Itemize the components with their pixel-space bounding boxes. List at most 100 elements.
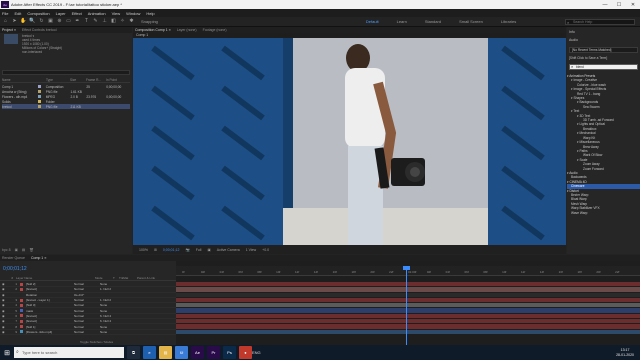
workspace-libraries[interactable]: Libraries <box>501 19 516 24</box>
tab-info[interactable]: Info <box>569 28 578 36</box>
taskbar-app-icon[interactable]: Ae <box>191 346 204 359</box>
project-item[interactable]: Flowers - alh.mp4 MPEG 2.0 B 23.976 0;00;00;… <box>2 94 130 99</box>
project-search-input[interactable] <box>2 70 130 75</box>
eraser-tool-icon[interactable]: ◧ <box>110 18 117 25</box>
pen-tool-icon[interactable]: ✒ <box>74 18 81 25</box>
views-dropdown[interactable]: 1 View <box>246 248 256 252</box>
layer-label-color[interactable] <box>20 314 23 318</box>
col-type[interactable]: Type <box>46 78 70 82</box>
layer-parent[interactable]: None <box>100 325 120 329</box>
system-clock[interactable]: 13:17 28-01-2020 <box>616 348 634 357</box>
tab-comp-1[interactable]: Comp 1 ≡ <box>31 256 46 260</box>
layer-duration-bar[interactable] <box>176 329 640 335</box>
layer-label-color[interactable] <box>20 303 23 307</box>
col-trkmat[interactable]: TrkMat <box>119 276 137 280</box>
home-icon[interactable]: ⌂ <box>2 18 9 25</box>
maximize-button[interactable]: ☐ <box>612 2 626 8</box>
layer-label-color[interactable] <box>20 298 23 302</box>
stamp-tool-icon[interactable]: ⊥ <box>101 18 108 25</box>
type-tool-icon[interactable]: T <box>83 18 90 25</box>
menu-effect[interactable]: Effect <box>72 11 82 16</box>
language-indicator[interactable]: ENG <box>252 350 261 355</box>
layer-mode[interactable]: Normal <box>74 325 100 329</box>
workspace-default[interactable]: Default <box>366 19 379 24</box>
camera-dropdown[interactable]: Active Camera <box>217 248 240 252</box>
hand-tool-icon[interactable]: ✋ <box>20 18 27 25</box>
menu-layer[interactable]: Layer <box>56 11 66 16</box>
layer-mode[interactable]: Normal <box>74 309 100 313</box>
minimize-button[interactable]: — <box>598 2 612 8</box>
layer-mode[interactable]: Normal <box>74 303 100 307</box>
layer-label-color[interactable] <box>20 319 23 323</box>
col-frame-rate[interactable]: Frame R... <box>86 78 106 82</box>
layer-mode[interactable]: Normal <box>74 330 100 334</box>
selection-tool-icon[interactable]: ➤ <box>11 18 18 25</box>
pan-behind-tool-icon[interactable]: ⊕ <box>56 18 63 25</box>
layer-parent[interactable]: None <box>100 309 120 313</box>
recent-terms-dropdown[interactable]: [No Recent Terms Matched] <box>569 47 638 53</box>
menu-file[interactable]: File <box>2 11 8 16</box>
brush-tool-icon[interactable]: ✎ <box>92 18 99 25</box>
layer-mode[interactable]: 0x+0.0° <box>74 293 100 297</box>
close-button[interactable]: ✕ <box>626 2 640 8</box>
search-help-input[interactable]: ⌕ Search Help <box>565 19 635 25</box>
windows-start-icon[interactable]: ⊞ <box>0 345 14 360</box>
taskbar-app-icon[interactable]: Ps <box>223 346 236 359</box>
taskbar-app-icon[interactable]: Pr <box>207 346 220 359</box>
menu-composition[interactable]: Composition <box>27 11 49 16</box>
puppet-tool-icon[interactable]: ✱ <box>128 18 135 25</box>
layer-row[interactable]: ◉ 9 [Flowers..nldo.mp4] Normal None <box>0 330 176 335</box>
layer-label-color[interactable] <box>20 287 23 291</box>
workspace-standard[interactable]: Standard <box>425 19 441 24</box>
taskbar-app-icon[interactable]: ⛁ <box>175 346 188 359</box>
layer-label-color[interactable] <box>20 309 23 313</box>
taskbar-app-icon[interactable]: e <box>143 346 156 359</box>
grid-icon[interactable]: ⊞ <box>154 248 157 252</box>
taskbar-app-icon[interactable]: ⧉ <box>127 346 140 359</box>
col-parent[interactable]: Parent & Link <box>137 276 155 280</box>
col-size[interactable]: Size <box>70 78 86 82</box>
layer-parent[interactable]: None <box>100 303 120 307</box>
col-layer-number[interactable]: # <box>0 276 13 280</box>
rectangle-tool-icon[interactable]: ▭ <box>65 18 72 25</box>
camera-tool-icon[interactable]: ▣ <box>47 18 54 25</box>
composition-viewer[interactable] <box>133 38 566 245</box>
tab-project[interactable]: Project ≡ <box>2 28 16 32</box>
tab-footage[interactable]: Footage (none) <box>203 28 227 32</box>
layer-parent[interactable]: None <box>100 282 120 286</box>
project-item[interactable]: Comp 1 Composition 25 0;00;00;00 <box>2 84 130 89</box>
taskbar-app-icon[interactable]: ● <box>239 346 252 359</box>
layer-parent[interactable]: None <box>100 330 120 334</box>
snapshot-icon[interactable]: 📷 <box>185 248 189 252</box>
layer-label-color[interactable] <box>20 293 23 297</box>
effects-search-input[interactable]: ⌕ blend <box>569 64 638 70</box>
layer-label-color[interactable] <box>20 325 23 329</box>
snapping-label[interactable]: Snapping <box>141 19 158 24</box>
taskbar-app-icon[interactable]: ▤ <box>159 346 172 359</box>
playhead-handle[interactable] <box>403 266 410 270</box>
project-item[interactable]: bretool PNG file 211 KB <box>2 104 130 109</box>
magnification-dropdown[interactable]: 100% <box>139 248 148 252</box>
trash-icon[interactable]: 🗑 <box>29 248 33 252</box>
layer-label-color[interactable] <box>20 330 23 334</box>
workspace-learn[interactable]: Learn <box>397 19 407 24</box>
layer-parent[interactable]: 6. Null 4 <box>100 314 120 318</box>
col-name[interactable]: Name <box>2 78 36 82</box>
layer-mode[interactable]: Normal <box>74 282 100 286</box>
layer-label-color[interactable] <box>20 282 23 286</box>
tab-layer[interactable]: Layer (none) <box>177 28 197 32</box>
menu-view[interactable]: View <box>112 11 121 16</box>
col-in-point[interactable]: In Point <box>106 78 130 82</box>
menu-help[interactable]: Help <box>146 11 154 16</box>
layer-mode[interactable]: Normal <box>74 298 100 302</box>
layer-mode[interactable]: Normal <box>74 314 100 318</box>
visibility-eye-icon[interactable]: ◉ <box>2 293 7 297</box>
tab-effect-controls[interactable]: Effect Controls bretool <box>22 28 57 32</box>
col-layer-name[interactable]: Layer Name <box>16 276 95 280</box>
tab-audio[interactable]: Audio <box>569 36 578 44</box>
layer-mode[interactable]: Normal <box>74 287 100 291</box>
tab-composition[interactable]: Composition Comp 1 ≡ <box>135 28 171 32</box>
new-folder-icon[interactable]: ▣ <box>15 248 18 252</box>
layer-parent[interactable]: 6. Null 4 <box>100 319 120 323</box>
playhead[interactable] <box>406 266 407 345</box>
